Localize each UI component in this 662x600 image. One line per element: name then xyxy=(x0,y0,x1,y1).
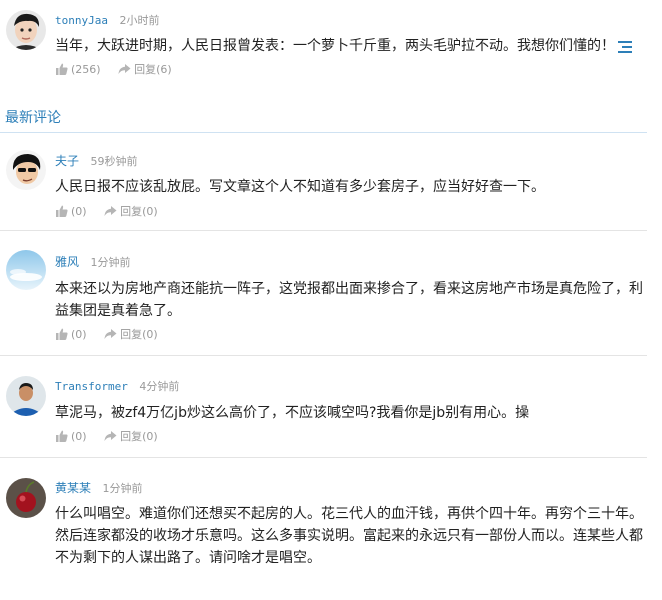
comment-meta: Transformer 4分钟前 xyxy=(55,378,179,394)
like-count: (0) xyxy=(71,204,87,218)
reply-count: (0) xyxy=(142,429,158,443)
thumbs-up-icon xyxy=(56,430,68,442)
like-count: (0) xyxy=(71,429,87,443)
reply-label: 回复 xyxy=(120,205,143,218)
comment-text: 当年，大跃进时期，人民日报曾发表：一个萝卜千斤重，两头毛驴拉不动。我想你们懂的！ xyxy=(55,38,615,54)
comment-divider xyxy=(0,355,647,356)
reply-arrow-icon xyxy=(104,431,117,441)
reply-count: (0) xyxy=(142,327,158,341)
reply-label: 回复 xyxy=(120,328,143,341)
username-link[interactable]: 黄某某 xyxy=(55,481,91,495)
reply-button[interactable]: 回复 (0) xyxy=(104,203,158,219)
comment-actions: (0) 回复 (0) xyxy=(55,203,172,220)
like-button[interactable]: (0) xyxy=(55,430,87,443)
reply-button[interactable]: 回复 (0) xyxy=(104,326,158,342)
like-count: (256) xyxy=(71,62,101,76)
avatar[interactable] xyxy=(6,250,46,290)
thumbs-up-icon xyxy=(56,63,68,75)
section-divider xyxy=(0,132,647,133)
timestamp: 2小时前 xyxy=(119,14,160,27)
comment-actions: (256) 回复 (6) xyxy=(55,61,186,78)
like-count: (0) xyxy=(71,327,87,341)
thumbs-up-icon xyxy=(56,205,68,217)
username-link[interactable]: tonnyJaa xyxy=(55,14,108,27)
comment-meta: tonnyJaa 2小时前 xyxy=(55,12,159,28)
comment-actions: (0) 回复 (0) xyxy=(55,428,172,445)
comment-actions: (0) 回复 (0) xyxy=(55,326,172,343)
comment-divider xyxy=(0,230,647,231)
comment-divider xyxy=(0,457,647,458)
reply-count: (0) xyxy=(142,204,158,218)
timestamp: 1分钟前 xyxy=(102,482,143,495)
avatar[interactable] xyxy=(6,10,46,50)
thumbs-up-icon xyxy=(56,328,68,340)
comment-text: 本来还以为房地产商还能抗一阵子，这党报都出面来掺合了，看来这房地产市场是真危险了… xyxy=(55,281,643,319)
reply-arrow-icon xyxy=(104,206,117,216)
like-button[interactable]: (0) xyxy=(55,328,87,341)
avatar-image xyxy=(6,478,46,518)
avatar[interactable] xyxy=(6,150,46,190)
avatar-image xyxy=(6,250,46,290)
reply-button[interactable]: 回复 (6) xyxy=(118,61,172,77)
like-button[interactable]: (0) xyxy=(55,205,87,218)
username-link[interactable]: 雅风 xyxy=(55,255,79,269)
reply-count: (6) xyxy=(156,62,172,76)
comment-text: 什么叫唱空。难道你们还想买不起房的人。花三代人的血汗钱，再供个四十年。再穷个三十… xyxy=(55,506,643,566)
reply-arrow-icon xyxy=(118,64,131,74)
avatar[interactable] xyxy=(6,478,46,518)
avatar[interactable] xyxy=(6,376,46,416)
comment-meta: 夫子 59秒钟前 xyxy=(55,152,138,169)
timestamp: 59秒钟前 xyxy=(90,155,138,168)
comment-text: 草泥马，被zf4万亿jb炒这么高价了，不应该喊空吗?我看你是jb别有用心。操 xyxy=(55,405,530,421)
reply-button[interactable]: 回复 (0) xyxy=(104,428,158,444)
reply-label: 回复 xyxy=(134,63,157,76)
avatar-image xyxy=(6,376,46,416)
comment-text: 人民日报不应该乱放屁。写文章这个人不知道有多少套房子，应当好好查一下。 xyxy=(55,179,545,195)
comment-meta: 雅风 1分钟前 xyxy=(55,253,131,270)
timestamp: 1分钟前 xyxy=(90,256,131,269)
reply-label: 回复 xyxy=(120,430,143,443)
timestamp: 4分钟前 xyxy=(139,380,180,393)
username-link[interactable]: 夫子 xyxy=(55,154,79,168)
menu-icon[interactable] xyxy=(618,41,632,53)
username-link[interactable]: Transformer xyxy=(55,380,128,393)
section-title: 最新评论 xyxy=(5,110,61,126)
avatar-image xyxy=(6,150,46,190)
like-button[interactable]: (256) xyxy=(55,63,101,76)
avatar-image xyxy=(6,10,46,50)
comment-meta: 黄某某 1分钟前 xyxy=(55,479,143,496)
reply-arrow-icon xyxy=(104,329,117,339)
